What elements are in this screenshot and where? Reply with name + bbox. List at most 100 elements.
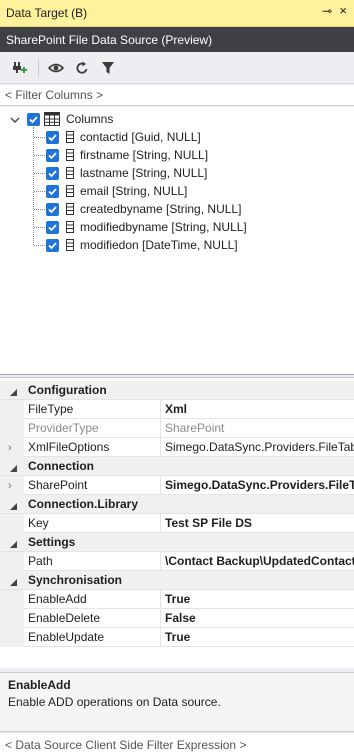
property-category[interactable]: Connection bbox=[0, 457, 354, 476]
tree-root-columns[interactable]: Columns bbox=[27, 110, 113, 128]
tree-column-item[interactable]: contactid [Guid, NULL] bbox=[46, 128, 201, 146]
property-value[interactable]: True bbox=[165, 592, 354, 606]
category-collapse-icon[interactable] bbox=[9, 538, 18, 552]
window-title: Data Target (B) bbox=[6, 6, 88, 20]
property-row[interactable]: EnableAdd True bbox=[0, 590, 354, 609]
row-gutter bbox=[0, 476, 24, 495]
column-divider bbox=[160, 514, 161, 533]
column-field-icon bbox=[66, 203, 74, 215]
column-checkbox[interactable] bbox=[46, 166, 59, 180]
column-checkbox[interactable] bbox=[46, 202, 59, 216]
column-checkbox[interactable] bbox=[46, 238, 59, 252]
row-gutter bbox=[0, 552, 24, 571]
category-collapse-icon[interactable] bbox=[9, 500, 18, 514]
property-row[interactable]: › XmlFileOptions Simego.DataSync.Providers… bbox=[0, 438, 354, 457]
refresh-icon[interactable] bbox=[71, 57, 93, 79]
category-collapse-icon[interactable] bbox=[9, 386, 18, 400]
filter-columns-placeholder: < Filter Columns > bbox=[5, 88, 104, 102]
column-checkbox[interactable] bbox=[46, 148, 59, 162]
data-source-header: SharePoint File Data Source (Preview) bbox=[0, 27, 354, 52]
column-label: lastname [String, NULL] bbox=[80, 166, 208, 180]
column-checkbox[interactable] bbox=[46, 220, 59, 234]
property-grid: Configuration FileType Xml ProviderType Shar… bbox=[0, 377, 354, 668]
column-label: contactid [Guid, NULL] bbox=[80, 130, 201, 144]
property-row[interactable]: › SharePoint Simego.DataSync.Providers.Fil… bbox=[0, 476, 354, 495]
tree-column-item[interactable]: modifiedbyname [String, NULL] bbox=[46, 218, 247, 236]
property-value[interactable]: Simego.DataSync.Providers.FileTa bbox=[165, 478, 354, 492]
category-label: Configuration bbox=[28, 383, 107, 397]
columns-tree: Columns contactid [Guid, NULL] firstname … bbox=[0, 107, 354, 375]
property-value[interactable]: Xml bbox=[165, 402, 354, 416]
filter-icon[interactable] bbox=[97, 57, 119, 79]
tree-guide-branch bbox=[34, 209, 45, 210]
column-label: firstname [String, NULL] bbox=[80, 148, 209, 162]
column-checkbox[interactable] bbox=[46, 184, 59, 198]
property-name: EnableDelete bbox=[28, 611, 101, 625]
property-row[interactable]: FileType Xml bbox=[0, 400, 354, 419]
column-divider bbox=[160, 590, 161, 609]
pin-icon[interactable]: ⊸ bbox=[322, 4, 332, 18]
toolbar bbox=[0, 52, 354, 84]
property-category[interactable]: Configuration bbox=[0, 381, 354, 400]
property-value[interactable]: \Contact Backup\UpdatedContact bbox=[165, 554, 354, 568]
column-divider bbox=[160, 609, 161, 628]
property-value[interactable]: SharePoint bbox=[165, 421, 354, 435]
checkbox-columns[interactable] bbox=[27, 112, 40, 126]
expand-chevron-icon[interactable]: › bbox=[8, 442, 12, 454]
tree-column-item[interactable]: createdbyname [String, NULL] bbox=[46, 200, 241, 218]
column-divider bbox=[160, 400, 161, 419]
property-category[interactable]: Synchronisation bbox=[0, 571, 354, 590]
property-row[interactable]: Key Test SP File DS bbox=[0, 514, 354, 533]
column-label: email [String, NULL] bbox=[80, 184, 188, 198]
category-collapse-icon[interactable] bbox=[9, 576, 18, 590]
column-label: modifiedbyname [String, NULL] bbox=[80, 220, 247, 234]
property-value[interactable]: False bbox=[165, 611, 354, 625]
table-icon bbox=[44, 112, 60, 126]
property-name: XmlFileOptions bbox=[28, 440, 110, 454]
tree-guide-branch bbox=[34, 191, 45, 192]
filter-columns-input[interactable]: < Filter Columns > bbox=[0, 85, 354, 106]
column-divider bbox=[160, 438, 161, 457]
column-divider bbox=[160, 628, 161, 647]
tree-guide-branch bbox=[34, 155, 45, 156]
property-name: Path bbox=[28, 554, 53, 568]
eye-icon[interactable] bbox=[45, 57, 67, 79]
property-value[interactable]: Test SP File DS bbox=[165, 516, 354, 530]
property-category[interactable]: Connection.Library bbox=[0, 495, 354, 514]
column-field-icon bbox=[66, 221, 74, 233]
tree-column-item[interactable]: lastname [String, NULL] bbox=[46, 164, 207, 182]
filter-expression-input[interactable]: < Data Source Client Side Filter Express… bbox=[0, 733, 354, 756]
description-title: EnableAdd bbox=[8, 678, 71, 692]
close-icon[interactable]: × bbox=[339, 3, 347, 18]
row-gutter bbox=[0, 609, 24, 628]
tree-column-item[interactable]: modifiedon [DateTime, NULL] bbox=[46, 236, 238, 254]
property-row[interactable]: Path \Contact Backup\UpdatedContact bbox=[0, 552, 354, 571]
toolbar-separator bbox=[38, 58, 39, 77]
title-bar: Data Target (B) ⊸ × bbox=[0, 0, 354, 27]
row-gutter bbox=[0, 628, 24, 647]
column-label: createdbyname [String, NULL] bbox=[80, 202, 242, 216]
tree-column-item[interactable]: email [String, NULL] bbox=[46, 182, 187, 200]
tree-column-item[interactable]: firstname [String, NULL] bbox=[46, 146, 208, 164]
category-collapse-icon[interactable] bbox=[9, 462, 18, 476]
description-text: Enable ADD operations on Data source. bbox=[8, 695, 221, 709]
data-source-title: SharePoint File Data Source (Preview) bbox=[6, 32, 213, 47]
collapse-arrow-icon[interactable] bbox=[10, 114, 20, 128]
category-label: Connection bbox=[28, 459, 94, 473]
row-gutter bbox=[0, 514, 24, 533]
add-column-icon[interactable] bbox=[8, 57, 30, 79]
row-gutter bbox=[0, 590, 24, 609]
category-label: Synchronisation bbox=[28, 573, 123, 587]
property-row[interactable]: EnableUpdate True bbox=[0, 628, 354, 647]
property-category[interactable]: Settings bbox=[0, 533, 354, 552]
property-description-panel: EnableAdd Enable ADD operations on Data … bbox=[0, 672, 354, 732]
property-value[interactable]: Simego.DataSync.Providers.FileTabl bbox=[165, 440, 354, 454]
column-field-icon bbox=[66, 239, 74, 251]
expand-chevron-icon[interactable]: › bbox=[8, 480, 12, 492]
column-label: modifiedon [DateTime, NULL] bbox=[80, 238, 238, 252]
property-value[interactable]: True bbox=[165, 630, 354, 644]
property-row[interactable]: ProviderType SharePoint bbox=[0, 419, 354, 438]
column-checkbox[interactable] bbox=[46, 130, 59, 144]
property-row[interactable]: EnableDelete False bbox=[0, 609, 354, 628]
row-gutter bbox=[0, 438, 24, 457]
